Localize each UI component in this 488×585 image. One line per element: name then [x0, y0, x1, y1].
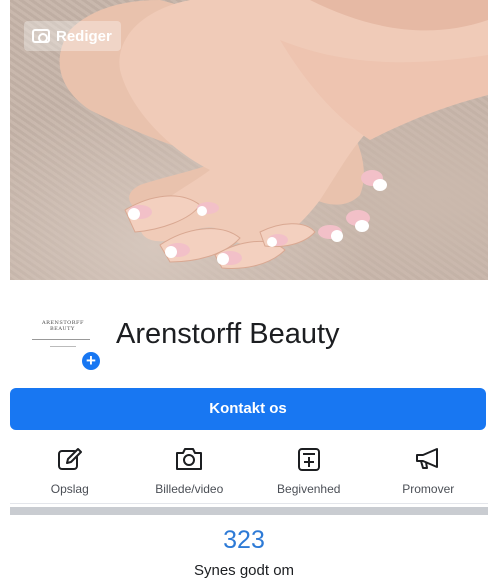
post-label: Opslag — [50, 482, 89, 496]
profile-logo[interactable]: ARENSTORFF BEAUTY — [30, 316, 92, 350]
page-title: Arenstorff Beauty — [116, 318, 340, 350]
photo-video-label: Billede/video — [155, 482, 224, 496]
edit-cover-button[interactable]: Rediger — [24, 21, 121, 51]
promote-label: Promover — [402, 482, 455, 496]
promote-button[interactable]: Promover — [369, 432, 488, 503]
plus-icon: + — [86, 351, 96, 370]
megaphone-icon — [412, 443, 444, 475]
action-bar: Opslag Billede/video Begivenhed Promover — [10, 432, 488, 504]
photo-video-button[interactable]: Billede/video — [130, 432, 250, 503]
add-profile-photo-button[interactable]: + — [80, 350, 102, 372]
logo-divider-short — [50, 346, 76, 347]
post-button[interactable]: Opslag — [10, 432, 130, 503]
likes-count[interactable]: 323 — [0, 526, 488, 555]
section-divider — [10, 507, 488, 515]
edit-cover-label: Rediger — [56, 27, 112, 45]
camera-icon — [173, 443, 205, 475]
event-button[interactable]: Begivenhed — [249, 432, 369, 503]
cover-photo[interactable]: Rediger — [10, 0, 488, 280]
logo-text-line2: BEAUTY — [50, 326, 75, 332]
logo-divider — [32, 339, 90, 340]
camera-icon — [32, 29, 50, 43]
event-label: Begivenhed — [277, 482, 341, 496]
compose-icon — [54, 443, 86, 475]
event-add-icon — [293, 443, 325, 475]
contact-button[interactable]: Kontakt os — [10, 388, 486, 430]
likes-label: Synes godt om — [193, 562, 295, 579]
